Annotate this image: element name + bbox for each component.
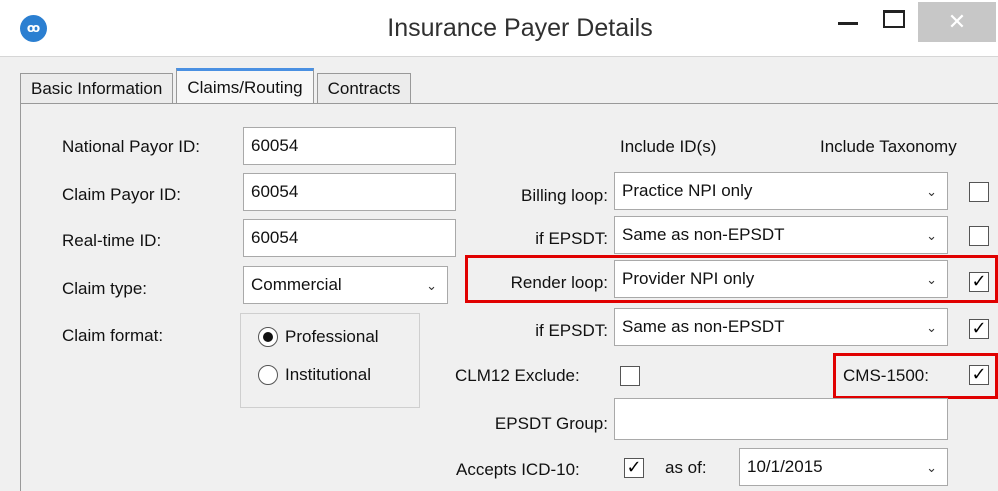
chevron-down-icon: ⌄ [426, 278, 437, 293]
tab-claims-routing[interactable]: Claims/Routing [176, 68, 314, 105]
render-loop-select[interactable]: Provider NPI only ⌄ [614, 260, 948, 298]
render-loop-value: Provider NPI only [622, 269, 755, 288]
clm12-exclude-label: CLM12 Exclude: [455, 366, 580, 385]
billing-loop-label: Billing loop: [521, 186, 608, 205]
billing-epsdt-select[interactable]: Same as non-EPSDT ⌄ [614, 216, 948, 254]
as-of-label: as of: [665, 458, 707, 477]
billing-loop-taxonomy-checkbox[interactable] [969, 182, 989, 202]
realtime-id-label: Real-time ID: [62, 231, 162, 250]
chevron-down-icon: ⌄ [926, 320, 937, 335]
render-loop-taxonomy-checkbox[interactable]: ✓ [969, 272, 989, 292]
epsdt-group-field[interactable] [614, 398, 948, 440]
billing-loop-value: Practice NPI only [622, 181, 753, 200]
billing-epsdt-taxonomy-checkbox[interactable] [969, 226, 989, 246]
radio-professional-label: Professional [285, 327, 379, 346]
national-payor-id-label: National Payor ID: [62, 137, 200, 156]
cms1500-checkbox[interactable]: ✓ [969, 365, 989, 385]
claim-payor-id-field[interactable]: 60054 [243, 173, 456, 211]
as-of-date-value: 10/1/2015 [747, 457, 823, 476]
claim-format-label: Claim format: [62, 326, 164, 345]
chevron-down-icon: ⌄ [926, 460, 937, 475]
accepts-icd10-checkbox[interactable]: ✓ [624, 458, 644, 478]
render-epsdt-value: Same as non-EPSDT [622, 317, 785, 336]
include-ids-header: Include ID(s) [620, 137, 717, 156]
realtime-id-field[interactable]: 60054 [243, 219, 456, 257]
chevron-down-icon: ⌄ [926, 228, 937, 243]
radio-institutional-label: Institutional [285, 365, 371, 384]
close-icon[interactable]: ✕ [918, 2, 996, 42]
as-of-date-select[interactable]: 10/1/2015 ⌄ [739, 448, 948, 486]
accepts-icd10-label: Accepts ICD-10: [456, 460, 580, 479]
tab-basic-information[interactable]: Basic Information [20, 73, 174, 104]
include-taxonomy-header: Include Taxonomy [820, 137, 957, 156]
tab-strip: Basic Information Claims/Routing Contrac… [20, 68, 414, 105]
maximize-icon[interactable] [883, 10, 905, 28]
radio-institutional[interactable] [258, 365, 278, 385]
claim-type-label: Claim type: [62, 279, 148, 298]
epsdt-group-label: EPSDT Group: [494, 414, 608, 433]
billing-epsdt-label: if EPSDT: [535, 229, 608, 248]
claim-payor-id-label: Claim Payor ID: [62, 185, 182, 204]
cms1500-label: CMS-1500: [843, 366, 929, 385]
billing-loop-select[interactable]: Practice NPI only ⌄ [614, 172, 948, 210]
app-logo-icon: ꝏ [20, 15, 47, 42]
render-epsdt-taxonomy-checkbox[interactable]: ✓ [969, 319, 989, 339]
minimize-icon[interactable] [838, 22, 858, 25]
national-payor-id-field[interactable]: 60054 [243, 127, 456, 165]
billing-epsdt-value: Same as non-EPSDT [622, 225, 785, 244]
chevron-down-icon: ⌄ [926, 272, 937, 287]
clm12-exclude-checkbox[interactable] [620, 366, 640, 386]
radio-professional[interactable] [258, 327, 278, 347]
tab-contracts[interactable]: Contracts [316, 73, 412, 104]
window-title: Insurance Payer Details [387, 14, 653, 42]
claim-type-value: Commercial [251, 275, 342, 294]
render-epsdt-select[interactable]: Same as non-EPSDT ⌄ [614, 308, 948, 346]
title-bar: ꝏ Insurance Payer Details ✕ [0, 0, 998, 57]
render-epsdt-label: if EPSDT: [535, 321, 608, 340]
claim-type-select[interactable]: Commercial ⌄ [243, 266, 448, 304]
render-loop-label: Render loop: [510, 273, 608, 292]
chevron-down-icon: ⌄ [926, 184, 937, 199]
